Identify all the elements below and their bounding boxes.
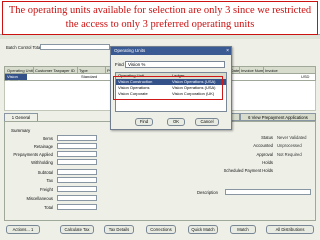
status-label: Status: [261, 135, 273, 140]
status-value: Never Validated: [277, 135, 307, 140]
banner-line-1: The operating units available for select…: [8, 5, 312, 16]
freight-field[interactable]: [57, 186, 97, 192]
match-button[interactable]: Match: [230, 225, 256, 234]
close-icon[interactable]: ×: [226, 47, 229, 55]
approval-label: Approval: [256, 152, 273, 157]
col-type: Type: [79, 68, 88, 73]
all-distributions-button[interactable]: All Distributions: [266, 225, 314, 234]
action-button-row: Actions... 1 Calculate Tax Tax Details C…: [0, 223, 320, 237]
summary-title: Summary: [11, 128, 31, 133]
summary-label-freight: Freight: [39, 187, 53, 192]
calculate-tax-button[interactable]: Calculate Tax: [60, 225, 94, 234]
banner-line-2: the access to only 3 preferred operating…: [65, 19, 255, 30]
general-tab-panel: Summary Items Retainage Prepayments Appl…: [4, 121, 316, 221]
summary-label-items: Items: [42, 136, 53, 141]
retainage-field[interactable]: [57, 143, 97, 149]
accounted-label: Accounted: [253, 143, 273, 148]
summary-label-withholding: Withholding: [31, 160, 53, 165]
dialog-title: Operating Units: [114, 48, 146, 53]
dialog-title-bar: Operating Units ×: [111, 47, 231, 55]
summary-label-total: Total: [44, 205, 53, 210]
type-cell[interactable]: Standard: [81, 74, 97, 79]
col-taxpayer-id: Customer Taxpayer ID: [35, 68, 75, 73]
approval-value: Not Required: [277, 152, 302, 157]
summary-label-subtotal: Subtotal: [37, 170, 53, 175]
annotation-banner: The operating units available for select…: [2, 1, 318, 35]
miscellaneous-field[interactable]: [57, 195, 97, 201]
tax-field[interactable]: [57, 177, 97, 183]
summary-label-miscellaneous: Miscellaneous: [26, 196, 53, 201]
actions-button[interactable]: Actions... 1: [6, 225, 40, 234]
operating-units-dialog: Operating Units × Find Vision % Operatin…: [110, 46, 232, 130]
subtotal-field[interactable]: [57, 169, 97, 175]
batch-control-total-label: Batch Control Total: [6, 45, 42, 50]
tab-general[interactable]: 1 General: [4, 113, 38, 121]
tax-details-button[interactable]: Tax Details: [104, 225, 134, 234]
summary-label-prepayments: Prepayments Applied: [13, 152, 53, 157]
currency-cell[interactable]: USD: [301, 74, 309, 79]
find-button[interactable]: Find: [135, 118, 153, 126]
ok-button[interactable]: OK: [167, 118, 185, 126]
summary-label-retainage: Retainage: [33, 144, 53, 149]
items-field[interactable]: [57, 135, 97, 141]
description-label: Description: [197, 190, 218, 195]
withholding-field[interactable]: [57, 159, 97, 165]
quick-match-button[interactable]: Quick Match: [188, 225, 218, 234]
summary-label-tax: Tax: [46, 178, 53, 183]
scheduled-payment-holds-label: Scheduled Payment Holds: [223, 168, 273, 173]
corrections-button[interactable]: Corrections: [146, 225, 176, 234]
total-field[interactable]: [57, 204, 97, 210]
holds-label: Holds: [262, 160, 273, 165]
batch-control-total-field[interactable]: [40, 44, 110, 50]
find-input[interactable]: Vision %: [125, 61, 225, 68]
prepayments-field[interactable]: [57, 151, 97, 157]
annotation-highlight-box: [113, 76, 223, 100]
description-field[interactable]: [225, 189, 311, 195]
find-label: Find: [115, 62, 124, 67]
tab-view-prepayment-applications[interactable]: 6 View Prepayment Applications: [240, 113, 316, 121]
accounted-value: Unprocessed: [277, 143, 302, 148]
col-invoice-num: Invoice Num: [241, 68, 264, 73]
window-top-strip: [0, 35, 320, 39]
col-invoice: Invoice: [265, 68, 278, 73]
operating-unit-cell[interactable]: Vision Operations: [5, 74, 27, 84]
col-operating-unit: Operating Unit: [7, 68, 33, 73]
cancel-button[interactable]: Cancel: [195, 118, 219, 126]
